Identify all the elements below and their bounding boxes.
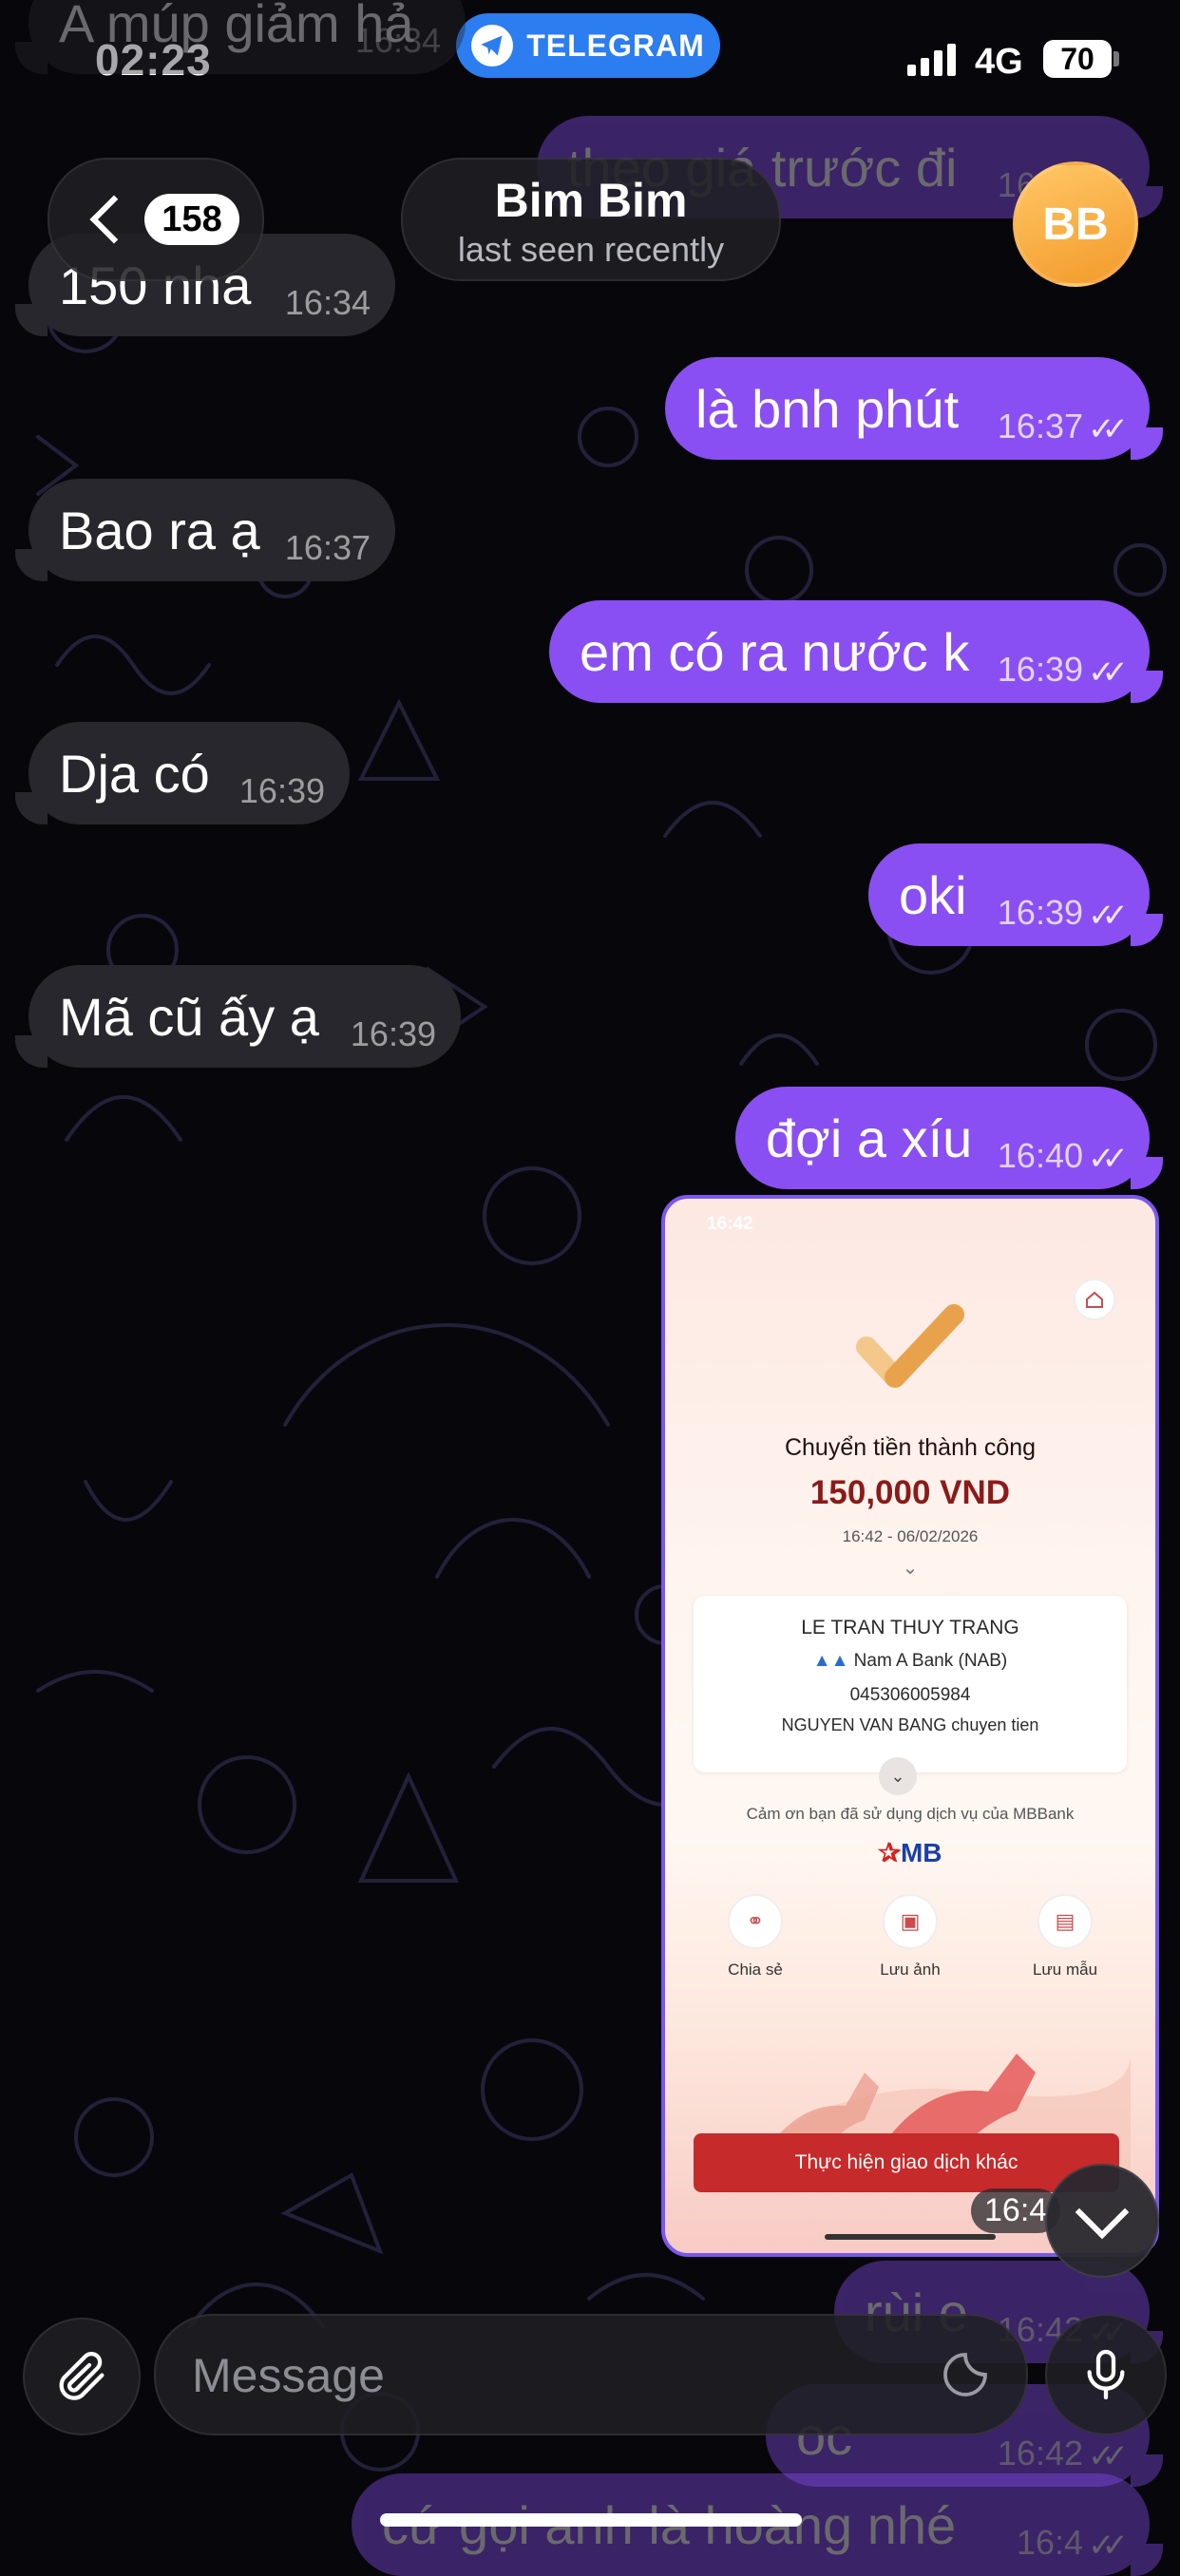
double-check-icon: ✓✓	[1088, 2528, 1129, 2564]
success-check-icon	[856, 1304, 964, 1388]
message-text: Mã cũ ấy ạ	[59, 987, 319, 1047]
double-check-icon: ✓✓	[1088, 654, 1129, 691]
receipt-actions: ⚭ Chia sẻ ▣ Lưu ảnh ▤ Lưu mẫu	[703, 1894, 1117, 1979]
attach-button[interactable]	[23, 2318, 141, 2435]
template-icon: ▤	[1037, 1894, 1093, 1949]
camera-icon: ▣	[883, 1894, 938, 1949]
battery-tip	[1113, 51, 1119, 66]
message-time: 16:39	[997, 893, 1083, 932]
network-type: 4G	[975, 42, 1023, 82]
save-image-label: Lưu ảnh	[880, 1960, 941, 1979]
double-check-icon: ✓✓	[1088, 1141, 1129, 1177]
outgoing-message-bubble[interactable]: là bnh phút 16:37 ✓✓	[665, 357, 1163, 460]
incoming-message-bubble[interactable]: Mã cũ ấy ạ 16:39	[15, 965, 461, 1068]
chat-status: last seen recently	[457, 230, 725, 269]
save-template-label: Lưu mẫu	[1032, 1960, 1098, 1979]
new-transaction-button: Thực hiện giao dịch khác	[694, 2133, 1119, 2192]
star-logo-icon: ✰	[878, 1838, 901, 1867]
battery-icon: 70	[1043, 40, 1112, 78]
receipt-home-indicator	[825, 2234, 996, 2240]
message-time: 16:4	[1016, 2523, 1083, 2562]
unread-count-badge: 158	[144, 194, 239, 245]
share-label: Chia sẻ	[728, 1960, 783, 1979]
outgoing-message-bubble[interactable]: em có ra nước k 16:39 ✓✓	[549, 600, 1163, 703]
avatar[interactable]: BB	[1013, 161, 1138, 287]
save-image-action: ▣ Lưu ảnh	[858, 1894, 962, 1979]
message-input-container	[154, 2314, 1028, 2435]
telegram-source-pill[interactable]: TELEGRAM	[456, 13, 720, 78]
double-check-icon: ✓✓	[1088, 2438, 1129, 2474]
mbbank-logo: ✰MB	[665, 1837, 1155, 1868]
receipt-amount: 150,000 VND	[809, 1474, 1011, 1511]
home-icon	[1074, 1279, 1115, 1320]
message-time: 16:39	[238, 771, 325, 810]
source-app-label: TELEGRAM	[526, 28, 705, 63]
message-input[interactable]	[190, 2348, 897, 2403]
bank-logo-icon: ▲▲	[812, 1651, 849, 1671]
message-text: Dja có	[59, 744, 210, 804]
outgoing-message-bubble[interactable]: oki 16:39 ✓✓	[868, 843, 1163, 946]
message-time: 16:39	[350, 1014, 436, 1053]
voice-message-button[interactable]	[1045, 2314, 1167, 2435]
incoming-message-bubble[interactable]: Bao ra ạ 16:37	[15, 479, 395, 581]
receipt-title: Chuyển tiền thành công	[784, 1434, 1037, 1461]
recipient-account: 045306005984	[849, 1685, 971, 1705]
transfer-memo: NGUYEN VAN BANG chuyen tien	[781, 1715, 1039, 1734]
receipt-datetime: 16:42 - 06/02/2026	[842, 1527, 979, 1545]
message-text: Bao ra ạ	[59, 501, 260, 560]
message-text: em có ra nước k	[580, 622, 970, 682]
message-time: 16:42	[997, 2434, 1083, 2472]
double-check-icon: ✓✓	[1088, 411, 1129, 447]
mbbank-logo-label: MB	[900, 1838, 942, 1867]
scroll-down-button[interactable]	[1045, 2164, 1159, 2278]
double-check-icon: ✓✓	[1088, 898, 1129, 934]
bubble-tail	[1131, 2544, 1163, 2576]
signal-icon	[907, 42, 956, 76]
recipient-bank-label: Nam A Bank (NAB)	[853, 1651, 1008, 1671]
save-template-action: ▤ Lưu mẫu	[1013, 1894, 1117, 1979]
receipt-thanks: Cảm ơn bạn đã sử dụng dịch vụ của MBBank	[746, 1805, 1075, 1823]
share-action: ⚭ Chia sẻ	[703, 1894, 808, 1979]
paperclip-icon	[59, 2351, 105, 2400]
chat-name: Bim Bim	[494, 174, 688, 227]
recipient-name: LE TRAN THUY TRANG	[801, 1617, 1019, 1638]
back-chevron-icon	[89, 195, 139, 244]
message-time: 16:39	[997, 650, 1083, 689]
message-text: là bnh phút	[695, 379, 960, 439]
message-time: 16:34	[284, 283, 371, 322]
telegram-icon	[471, 25, 514, 66]
expand-icon: ⌄	[879, 1757, 917, 1795]
message-time: 16:40	[997, 1136, 1083, 1175]
message-time: 16:37	[997, 407, 1083, 445]
incoming-message-bubble[interactable]: A múp giảm hả 16:34	[15, 0, 466, 74]
message-text: oki	[899, 865, 967, 925]
outgoing-message-bubble[interactable]: đợi a xíu 16:40 ✓✓	[735, 1087, 1163, 1189]
share-icon: ⚭	[728, 1894, 783, 1949]
message-time: 16:34	[354, 21, 441, 60]
chevron-down-icon	[1075, 2185, 1130, 2240]
message-time: 16:37	[284, 528, 371, 567]
recipient-card: LE TRAN THUY TRANG ▲▲ Nam A Bank (NAB) 0…	[694, 1596, 1127, 1772]
transfer-receipt-image[interactable]: 16:42 Chuyển tiền thành công 150,000 VND…	[661, 1195, 1159, 2257]
message-text: đợi a xíu	[766, 1108, 973, 1168]
receipt-phone-time: 16:42	[707, 1214, 753, 1234]
microphone-icon	[1087, 2349, 1125, 2400]
recipient-bank: ▲▲ Nam A Bank (NAB)	[694, 1651, 1127, 1672]
sticker-icon[interactable]	[939, 2348, 992, 2401]
home-indicator	[380, 2513, 802, 2527]
chat-title-button[interactable]: Bim Bim last seen recently	[401, 158, 781, 281]
incoming-message-bubble[interactable]: Dja có 16:39	[15, 722, 350, 824]
back-button[interactable]: 158	[48, 158, 264, 281]
chevron-double-down-icon: ⌄	[902, 1558, 919, 1579]
